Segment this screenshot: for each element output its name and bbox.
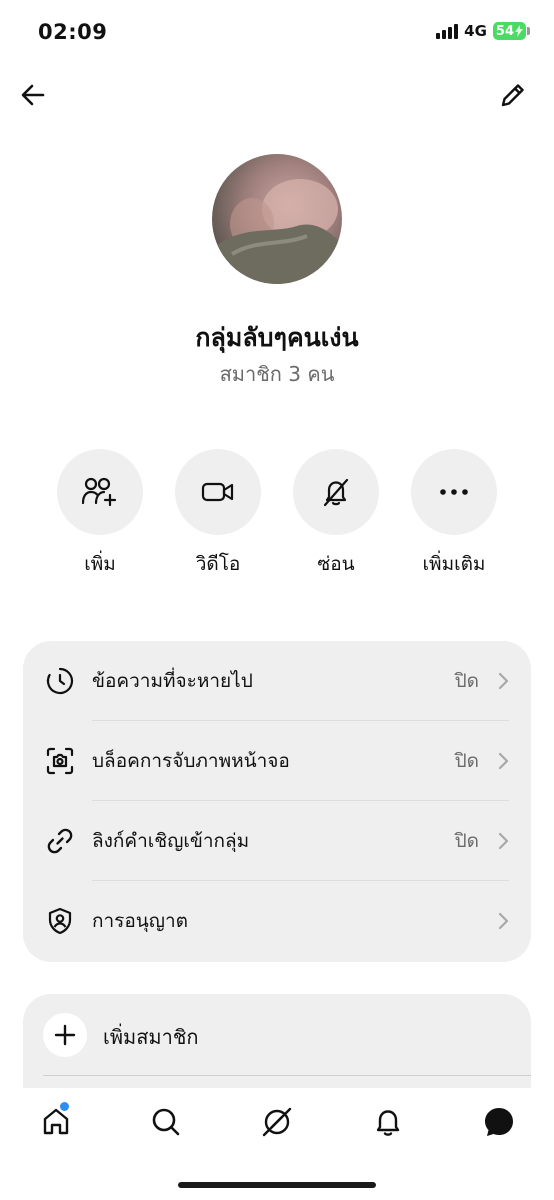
add-people-label: เพิ่ม [84,553,116,575]
battery-icon: 54 [492,22,526,40]
chevron-right-icon [497,671,511,691]
nav-notifications[interactable] [368,1102,408,1142]
add-people-button[interactable]: เพิ่ม [57,449,143,579]
nav-search[interactable] [146,1102,186,1142]
status-time: 02:09 [38,20,108,44]
battery-level: 54 [495,23,514,39]
pencil-icon [501,84,524,107]
search-icon [152,1108,180,1136]
row-divider [43,1075,531,1076]
bell-off-icon [323,478,349,507]
more-label: เพิ่มเติม [422,553,486,575]
home-icon [43,1108,69,1135]
group-name: กลุ่มลับๆคนเง่น [195,323,359,352]
invite-link-row[interactable]: ลิงก์คำเชิญเข้ากลุ่ม ปิด [23,801,531,881]
explore-icon [262,1107,292,1137]
video-call-button[interactable]: วิดีโอ [175,449,261,579]
back-button[interactable] [14,76,52,114]
add-people-icon [82,477,117,507]
mute-button[interactable]: ซ่อน [293,449,379,579]
disappearing-messages-value: ปิด [454,670,479,692]
signal-icon [436,23,459,39]
battery-cap [527,27,530,35]
video-call-circle [175,449,261,535]
bottom-nav [0,1088,554,1200]
invite-link-label: ลิงก์คำเชิญเข้ากลุ่ม [92,830,250,852]
add-member-label: เพิ่มสมาชิก [103,1025,199,1049]
plus-icon [43,1013,87,1057]
edit-button[interactable] [494,76,532,114]
notification-dot [60,1102,69,1111]
disappearing-messages-row[interactable]: ข้อความที่จะหายไป ปิด [23,641,531,721]
home-indicator [178,1182,376,1188]
permissions-label: การอนุญาต [92,910,188,932]
member-count: สมาชิก 3 คน [219,362,335,386]
permissions-row[interactable]: การอนุญาต [23,881,531,961]
add-member-row[interactable]: เพิ่มสมาชิก [23,994,531,1076]
chevron-right-icon [497,911,511,931]
group-avatar[interactable] [212,154,342,284]
status-indicators: 4G 54 [436,22,530,40]
nav-messages[interactable] [479,1102,519,1142]
notifications-icon [376,1110,400,1136]
screenshot-camera-icon [45,746,75,776]
more-button[interactable]: เพิ่มเติม [411,449,497,579]
invite-link-value: ปิด [454,830,479,852]
video-call-label: วิดีโอ [195,553,241,575]
shield-person-icon [45,906,75,936]
chevron-right-icon [497,751,511,771]
block-screenshot-value: ปิด [454,750,479,772]
video-camera-icon [201,482,234,502]
add-people-circle [57,449,143,535]
mute-circle [293,449,379,535]
timer-icon [45,666,75,696]
block-screenshot-row[interactable]: บล็อคการจับภาพหน้าจอ ปิด [23,721,531,801]
more-dots-icon [440,489,468,495]
settings-card: ข้อความที่จะหายไป ปิด บล็อคการจับภาพหน้า… [23,641,531,962]
mute-label: ซ่อน [317,553,355,575]
block-screenshot-label: บล็อคการจับภาพหน้าจอ [92,750,290,772]
chevron-right-icon [497,831,511,851]
link-icon [45,826,75,856]
messages-icon [485,1108,513,1136]
avatar-photo [212,154,342,284]
arrow-left-icon [21,84,45,106]
disappearing-messages-label: ข้อความที่จะหายไป [92,670,253,692]
nav-home[interactable] [36,1102,76,1142]
nav-explore[interactable] [257,1102,297,1142]
more-circle [411,449,497,535]
network-label: 4G [464,22,487,40]
